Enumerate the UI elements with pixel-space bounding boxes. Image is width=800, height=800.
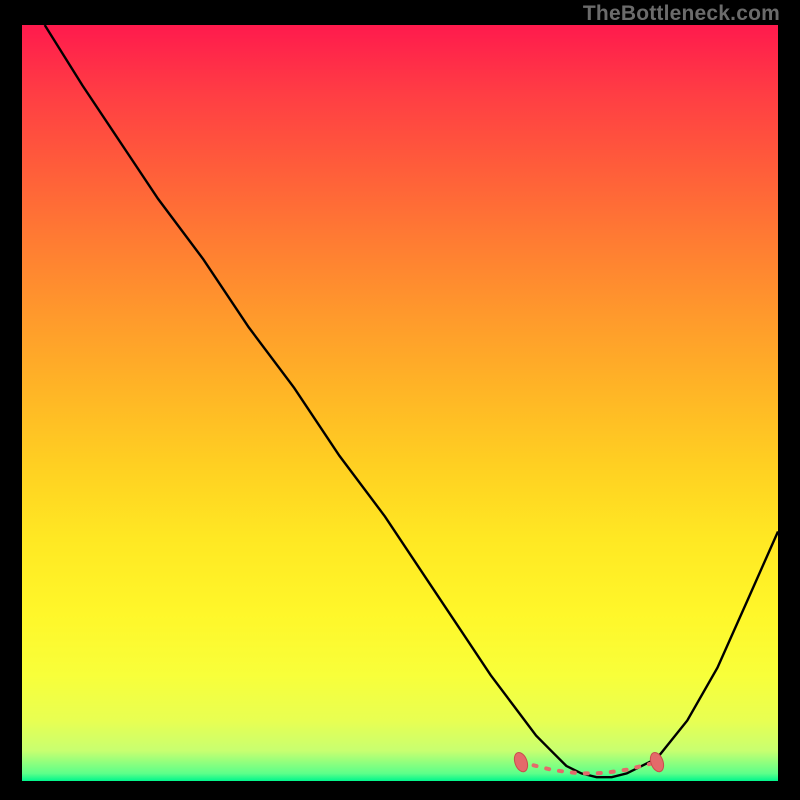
line-curve (22, 25, 778, 781)
watermark-text: TheBottleneck.com (583, 2, 780, 26)
chart-area (22, 25, 778, 781)
